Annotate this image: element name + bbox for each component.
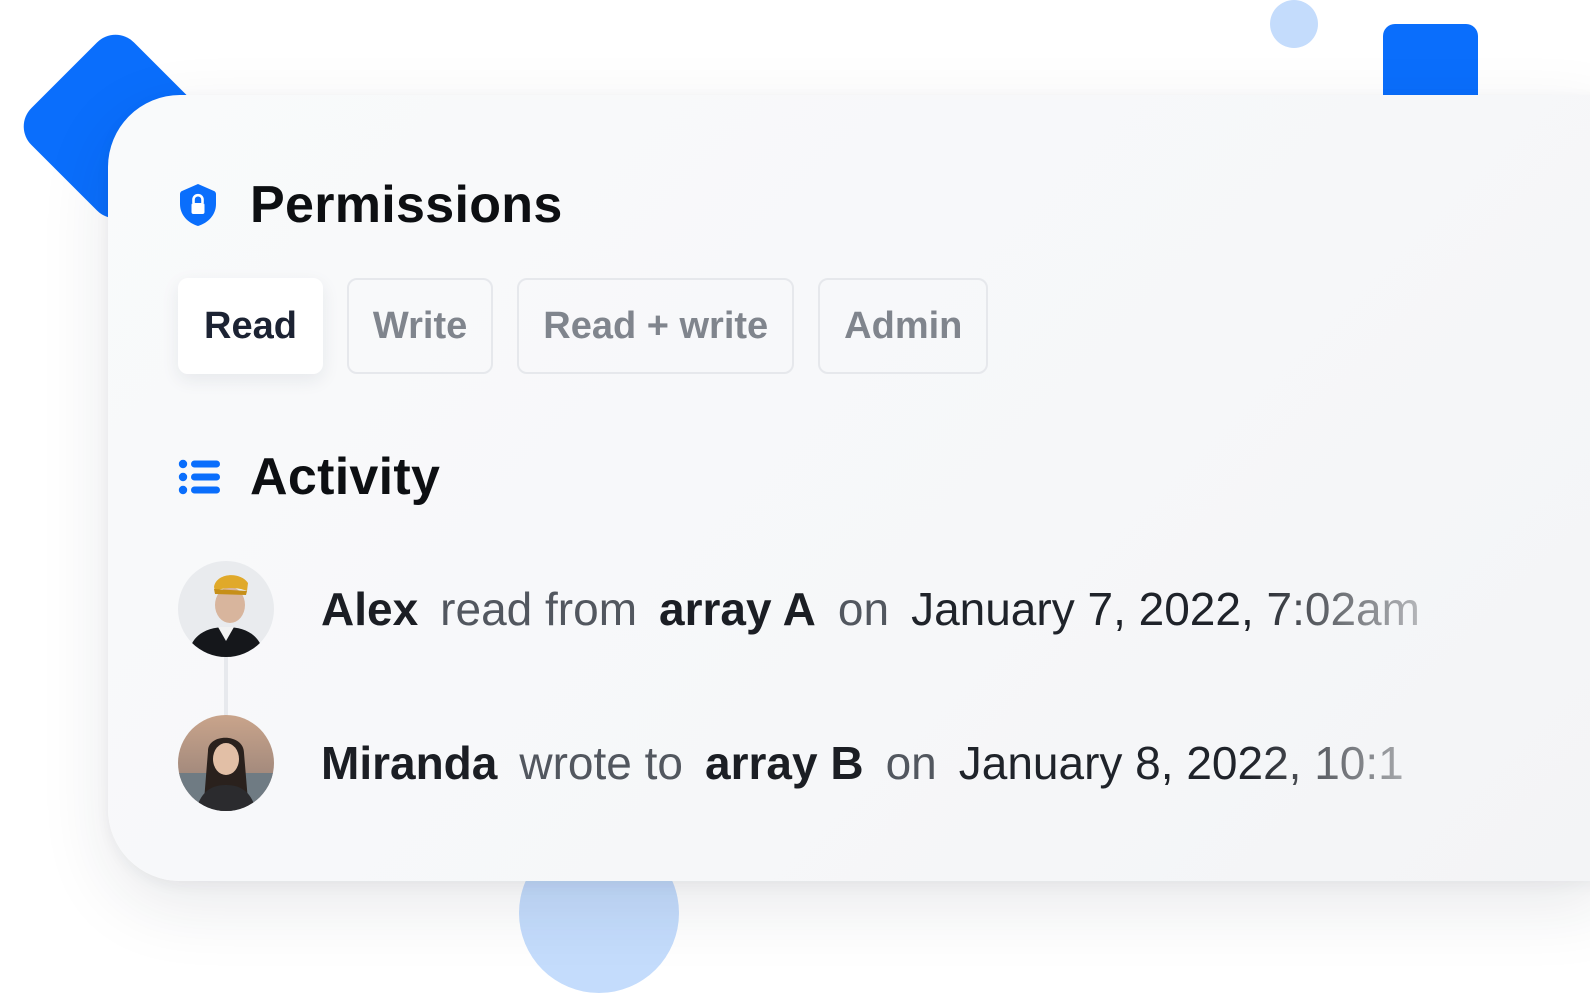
activity-item: Alex read from array A on January 7, 202…	[178, 561, 1451, 657]
list-icon	[178, 453, 226, 501]
avatar[interactable]	[178, 561, 274, 657]
activity-title: Activity	[250, 448, 441, 506]
activity-text: Alex read from array A on January 7, 202…	[321, 582, 1451, 636]
activity-action: wrote to	[519, 737, 684, 789]
avatar[interactable]	[178, 715, 274, 811]
activity-header: Activity	[178, 447, 440, 507]
activity-user[interactable]: Alex	[321, 582, 418, 636]
activity-datetime: January 7, 2022, 7:02am	[911, 583, 1420, 635]
tab-write[interactable]: Write	[346, 278, 494, 374]
decorative-dot	[1270, 0, 1318, 48]
tab-admin[interactable]: Admin	[818, 278, 989, 374]
activity-target[interactable]: array A	[659, 582, 816, 636]
shield-lock-icon	[178, 181, 226, 229]
activity-item: Miranda wrote to array B on January 8, 2…	[178, 715, 1451, 811]
activity-preposition: on	[885, 737, 937, 789]
activity-target[interactable]: array B	[705, 736, 864, 790]
permissions-card: Permissions Read Write Read + write Admi…	[108, 95, 1590, 881]
timeline-connector	[224, 656, 228, 716]
activity-preposition: on	[837, 583, 890, 635]
tab-read-write[interactable]: Read + write	[517, 278, 795, 374]
activity-datetime: January 8, 2022, 10:1	[958, 737, 1404, 789]
tab-read[interactable]: Read	[178, 278, 323, 374]
activity-text: Miranda wrote to array B on January 8, 2…	[321, 736, 1451, 790]
activity-user[interactable]: Miranda	[321, 736, 497, 790]
permissions-header: Permissions	[178, 175, 563, 235]
activity-action: read from	[440, 583, 638, 635]
permissions-title: Permissions	[250, 176, 563, 234]
permission-tabs: Read Write Read + write Admin	[178, 278, 989, 374]
